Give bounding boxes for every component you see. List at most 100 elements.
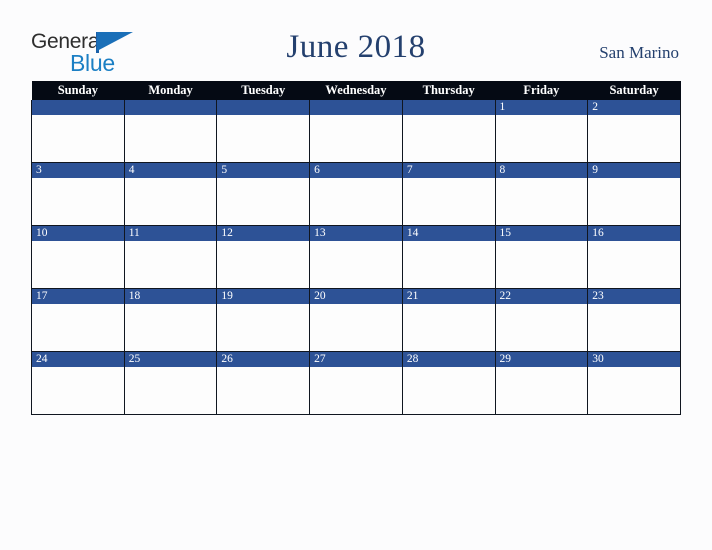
day-cell[interactable]: 24	[31, 351, 125, 415]
day-events-area[interactable]	[588, 115, 680, 162]
day-events-area[interactable]	[588, 304, 680, 351]
day-cell[interactable]: 27	[309, 351, 403, 415]
day-cell[interactable]: 1	[494, 100, 589, 163]
day-events-area[interactable]	[310, 241, 402, 288]
day-number: 24	[32, 352, 124, 367]
week-row: 1 2	[31, 100, 681, 163]
day-events-area[interactable]	[217, 367, 309, 414]
day-cell[interactable]: 4	[123, 162, 218, 226]
day-cell[interactable]: 5	[216, 162, 311, 226]
weekday-header-tuesday: Tuesday	[216, 81, 310, 100]
day-number: 4	[124, 163, 217, 178]
day-events-area[interactable]	[32, 304, 124, 351]
day-events-area[interactable]	[496, 178, 588, 225]
day-number: 27	[310, 352, 402, 367]
day-number: 26	[217, 352, 310, 367]
day-cell[interactable]: 14	[401, 225, 496, 289]
day-number: 6	[310, 163, 402, 178]
day-events-area[interactable]	[403, 367, 495, 414]
day-cell[interactable]	[309, 100, 403, 163]
day-cell[interactable]: 9	[587, 162, 681, 226]
day-events-area[interactable]	[217, 178, 309, 225]
day-number: 13	[310, 226, 402, 241]
day-events-area[interactable]	[496, 115, 588, 162]
day-cell[interactable]: 26	[216, 351, 311, 415]
day-number	[124, 100, 217, 115]
day-number	[310, 100, 402, 115]
day-number: 29	[495, 352, 588, 367]
weekday-header-row: Sunday Monday Tuesday Wednesday Thursday…	[31, 81, 681, 100]
day-events-area[interactable]	[125, 367, 217, 414]
day-events-area[interactable]	[310, 178, 402, 225]
day-cell[interactable]: 11	[123, 225, 218, 289]
day-number: 23	[588, 289, 680, 304]
day-number: 21	[402, 289, 495, 304]
day-cell[interactable]: 10	[31, 225, 125, 289]
day-cell[interactable]: 3	[31, 162, 125, 226]
day-events-area[interactable]	[217, 241, 309, 288]
week-row: 24 25 26 27 28 29 30	[31, 351, 681, 415]
day-cell[interactable]: 29	[494, 351, 589, 415]
day-number: 30	[588, 352, 680, 367]
day-number: 3	[32, 163, 124, 178]
day-cell[interactable]	[31, 100, 125, 163]
day-events-area[interactable]	[125, 304, 217, 351]
day-number: 22	[495, 289, 588, 304]
day-events-area[interactable]	[32, 178, 124, 225]
day-events-area[interactable]	[496, 241, 588, 288]
day-cell[interactable]: 28	[401, 351, 496, 415]
day-cell[interactable]: 12	[216, 225, 311, 289]
day-events-area[interactable]	[125, 178, 217, 225]
region-label: San Marino	[599, 43, 679, 62]
calendar-page: General Blue June 2018 San Marino Sunday…	[0, 0, 712, 550]
day-cell[interactable]: 19	[216, 288, 311, 352]
day-cell[interactable]: 7	[401, 162, 496, 226]
day-cell[interactable]: 30	[587, 351, 681, 415]
day-events-area[interactable]	[310, 115, 402, 162]
day-events-area[interactable]	[588, 367, 680, 414]
day-events-area[interactable]	[125, 115, 217, 162]
day-cell[interactable]	[401, 100, 496, 163]
day-cell[interactable]: 2	[587, 100, 681, 163]
day-number: 2	[588, 100, 680, 115]
day-events-area[interactable]	[588, 241, 680, 288]
day-cell[interactable]: 23	[587, 288, 681, 352]
day-events-area[interactable]	[588, 178, 680, 225]
day-cell[interactable]: 17	[31, 288, 125, 352]
calendar-body: 1 2 3 4 5 6 7 8 9 10 11 12 13 14 15 16 1…	[31, 100, 681, 415]
day-number: 7	[402, 163, 495, 178]
weekday-header-thursday: Thursday	[402, 81, 496, 100]
day-events-area[interactable]	[496, 367, 588, 414]
day-events-area[interactable]	[496, 304, 588, 351]
day-cell[interactable]: 18	[123, 288, 218, 352]
day-events-area[interactable]	[217, 115, 309, 162]
day-cell[interactable]: 20	[309, 288, 403, 352]
day-cell[interactable]: 15	[494, 225, 589, 289]
week-row: 17 18 19 20 21 22 23	[31, 288, 681, 352]
day-number: 5	[217, 163, 310, 178]
day-events-area[interactable]	[32, 367, 124, 414]
day-cell[interactable]: 16	[587, 225, 681, 289]
day-cell[interactable]: 6	[309, 162, 403, 226]
day-cell[interactable]: 25	[123, 351, 218, 415]
day-number	[217, 100, 310, 115]
day-events-area[interactable]	[310, 304, 402, 351]
day-cell[interactable]: 13	[309, 225, 403, 289]
day-events-area[interactable]	[217, 304, 309, 351]
day-cell[interactable]	[123, 100, 218, 163]
day-events-area[interactable]	[310, 367, 402, 414]
day-cell[interactable]	[216, 100, 311, 163]
day-number: 11	[124, 226, 217, 241]
day-cell[interactable]: 21	[401, 288, 496, 352]
day-events-area[interactable]	[32, 115, 124, 162]
day-events-area[interactable]	[125, 241, 217, 288]
day-number: 15	[495, 226, 588, 241]
day-events-area[interactable]	[403, 178, 495, 225]
day-events-area[interactable]	[403, 115, 495, 162]
day-cell[interactable]: 22	[494, 288, 589, 352]
day-events-area[interactable]	[32, 241, 124, 288]
day-events-area[interactable]	[403, 304, 495, 351]
weekday-header-sunday: Sunday	[31, 81, 125, 100]
day-events-area[interactable]	[403, 241, 495, 288]
day-cell[interactable]: 8	[494, 162, 589, 226]
